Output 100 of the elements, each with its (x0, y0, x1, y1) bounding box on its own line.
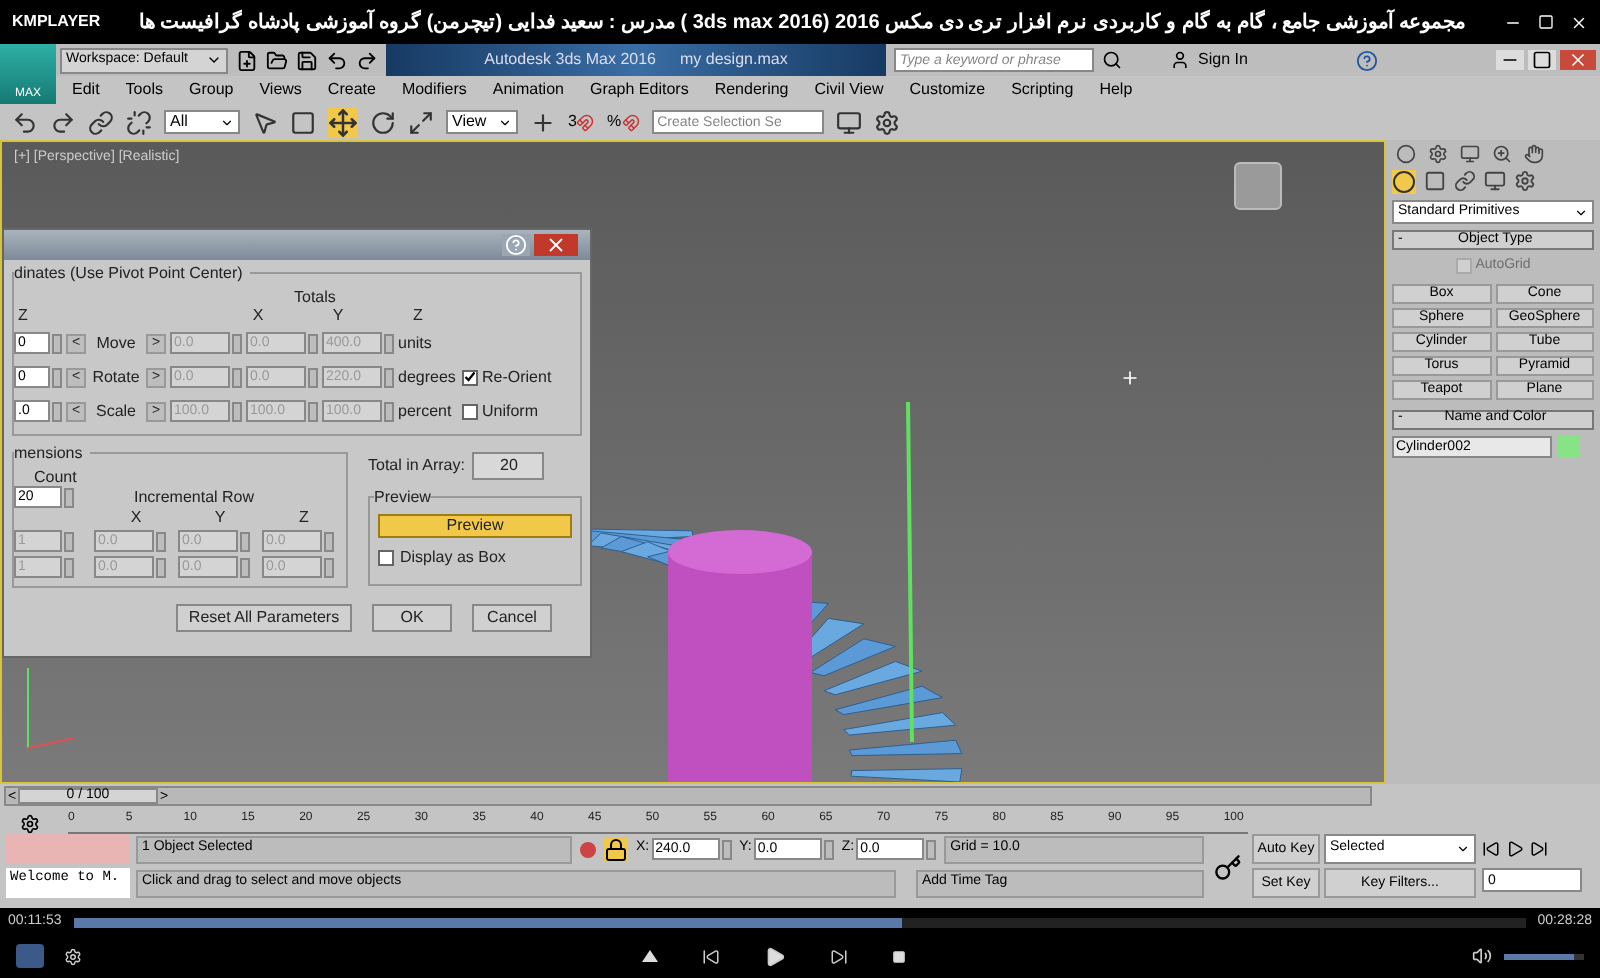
menu-item[interactable]: Rendering (714, 78, 789, 102)
unit-label: units (398, 331, 434, 355)
caret-icon (206, 52, 222, 68)
help-icon[interactable] (1355, 49, 1378, 71)
go-to-end-icon[interactable] (1530, 840, 1548, 858)
menu-item[interactable]: Create (327, 78, 376, 102)
reference-coordinate-dropdown[interactable]: View (446, 110, 518, 134)
color-swatch[interactable] (1558, 435, 1580, 457)
undo-icon[interactable] (326, 49, 348, 71)
folder-icon[interactable] (266, 49, 288, 71)
search-icon[interactable] (1102, 50, 1122, 70)
preview-button[interactable]: Preview (378, 514, 572, 538)
redo-icon[interactable] (50, 109, 76, 135)
unit-label: percent (398, 399, 454, 423)
checkbox[interactable] (378, 550, 394, 566)
category-icon[interactable] (1514, 170, 1536, 192)
column-header: Count (34, 466, 79, 486)
previous-icon[interactable] (702, 947, 720, 965)
select-icon[interactable] (252, 109, 278, 135)
undo-icon[interactable] (12, 109, 38, 135)
panel-tab-icon[interactable] (1456, 144, 1484, 164)
play-icon[interactable] (1506, 840, 1524, 858)
checkbox-label: Uniform (482, 399, 539, 423)
user-icon[interactable] (1170, 50, 1190, 70)
save-icon[interactable] (296, 49, 318, 71)
app-title: Autodesk 3ds Max 2016 (484, 48, 657, 72)
menu-item[interactable]: Scripting (1011, 78, 1074, 102)
category-icon[interactable] (1424, 170, 1446, 192)
close-icon[interactable] (1570, 13, 1588, 31)
file-name: my design.max (680, 48, 788, 72)
dialog-button[interactable]: OK (372, 604, 452, 632)
panel-tab-icon[interactable] (1488, 144, 1516, 164)
new-file-icon[interactable] (236, 49, 258, 71)
maximize-icon[interactable] (1528, 50, 1556, 70)
pivot-icon[interactable] (530, 109, 556, 135)
window-title: مجموعه آموزشی جامع ، گام به گام و کاربردی نرم افزار تری دی مکس 2016 (3ds max 2016 ) مدرس : سعید فدایی (تیچرمن) گروه آموزشی پادشاه گرافیست ها (138, 7, 1466, 37)
redo-icon[interactable] (356, 49, 378, 71)
volume-icon[interactable] (1472, 946, 1492, 966)
caret-icon (1456, 842, 1470, 856)
percent-snap-toggle[interactable]: % (606, 110, 640, 134)
panel-tab-icon[interactable] (1520, 144, 1548, 164)
curve-editor-icon[interactable] (20, 814, 40, 834)
row-label: Rotate (90, 365, 142, 389)
menu-item[interactable]: Group (188, 78, 234, 102)
move-icon[interactable] (328, 107, 358, 137)
column-header: Y (330, 304, 346, 328)
column-header: Z (411, 304, 425, 328)
next-icon[interactable] (830, 947, 848, 965)
selection-filter-dropdown[interactable]: All (164, 110, 240, 134)
progress-track[interactable] (73, 917, 1526, 927)
stop-icon[interactable] (892, 949, 906, 963)
checkbox[interactable] (462, 403, 478, 419)
checkbox[interactable] (462, 369, 478, 385)
scale-icon[interactable] (408, 109, 434, 135)
link-icon[interactable] (88, 109, 114, 135)
selection-lock-icon[interactable] (604, 837, 628, 861)
snap-toggle[interactable]: 3 (568, 110, 595, 134)
caret-icon (1574, 205, 1588, 219)
menu-item[interactable]: Civil View (814, 78, 884, 102)
total-field: 20 (472, 452, 545, 480)
rectangle-icon[interactable] (290, 109, 316, 135)
dialog-button[interactable]: Reset All Parameters (176, 604, 352, 632)
rotate-icon[interactable] (370, 109, 396, 135)
menu-item[interactable]: Animation (492, 78, 564, 102)
category-icon[interactable] (1484, 170, 1506, 192)
category-icon[interactable] (1454, 170, 1476, 192)
key-icon[interactable] (1210, 854, 1246, 882)
isolate-icon[interactable] (580, 841, 596, 857)
column-header: Incremental Row (134, 485, 255, 509)
row-label: Scale (93, 399, 138, 423)
unit-label: degrees (398, 365, 458, 389)
caret-icon (498, 115, 512, 129)
panel-tab-icon[interactable] (1424, 144, 1452, 164)
geometry-icon[interactable] (1392, 170, 1416, 194)
menu-item[interactable]: Modifiers (401, 78, 467, 102)
column-header: Z (16, 304, 30, 328)
column-header: X (250, 304, 266, 328)
total-label: Total in Array: (368, 454, 465, 478)
menu-item[interactable]: Graph Editors (589, 78, 689, 102)
dialog-button[interactable]: Cancel (472, 604, 552, 632)
monitor-icon[interactable] (835, 109, 862, 135)
row-label: Move (94, 331, 138, 355)
panel-tab-icon[interactable] (1392, 144, 1420, 164)
caret-icon (220, 115, 234, 129)
menu-item[interactable]: Customize (909, 78, 986, 102)
column-header: Y (212, 506, 228, 530)
unlink-icon[interactable] (126, 109, 152, 135)
minimize-icon[interactable] (1496, 50, 1524, 70)
maximize-icon[interactable] (1538, 13, 1554, 29)
listener-color-box (6, 834, 130, 864)
menu-item[interactable]: Help (1099, 78, 1133, 102)
settings-icon[interactable] (873, 109, 900, 135)
column-header: Z (297, 506, 311, 530)
sign-in-link[interactable]: Sign In (1198, 48, 1248, 72)
go-to-start-icon[interactable] (1482, 840, 1500, 858)
group-title: dinates (Use Pivot Point Center) (14, 262, 251, 286)
menu-item[interactable]: Edit (72, 78, 100, 102)
menu-item[interactable]: Views (259, 78, 302, 102)
eject-icon[interactable] (642, 950, 658, 962)
menu-item[interactable]: Tools (125, 78, 163, 102)
